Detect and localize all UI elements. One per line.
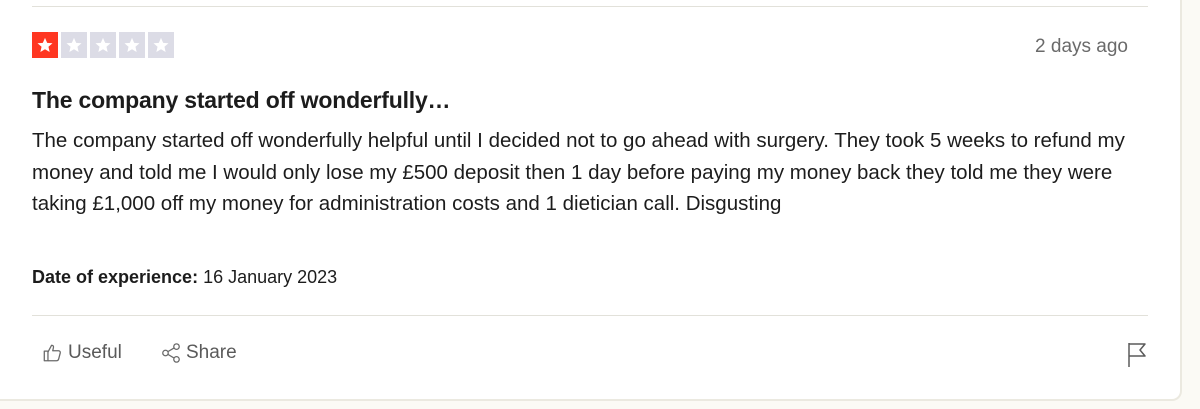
bottom-divider	[32, 315, 1148, 316]
thumbs-up-icon	[42, 342, 64, 364]
useful-label: Useful	[68, 342, 122, 363]
star-icon-3	[90, 32, 116, 58]
useful-button[interactable]: Useful	[42, 342, 122, 364]
star-icon-5	[148, 32, 174, 58]
star-icon-2	[61, 32, 87, 58]
flag-icon	[1126, 343, 1148, 372]
experience-label: Date of experience:	[32, 267, 199, 287]
share-icon	[160, 342, 182, 364]
report-flag-button[interactable]	[1126, 342, 1148, 373]
top-divider	[32, 6, 1148, 7]
star-icon-4	[119, 32, 145, 58]
star-rating	[32, 32, 174, 58]
star-icon-1	[32, 32, 58, 58]
experience-date: 16 January 2023	[203, 267, 338, 287]
review-title[interactable]: The company started off wonderfully…	[32, 87, 451, 114]
date-of-experience: Date of experience: 16 January 2023	[32, 267, 337, 288]
share-label: Share	[186, 342, 237, 363]
review-body: The company started off wonderfully help…	[32, 129, 1125, 215]
review-card: 2 days ago The company started off wonde…	[0, 0, 1182, 401]
review-posted-date: 2 days ago	[1035, 36, 1128, 57]
share-button[interactable]: Share	[160, 342, 237, 364]
